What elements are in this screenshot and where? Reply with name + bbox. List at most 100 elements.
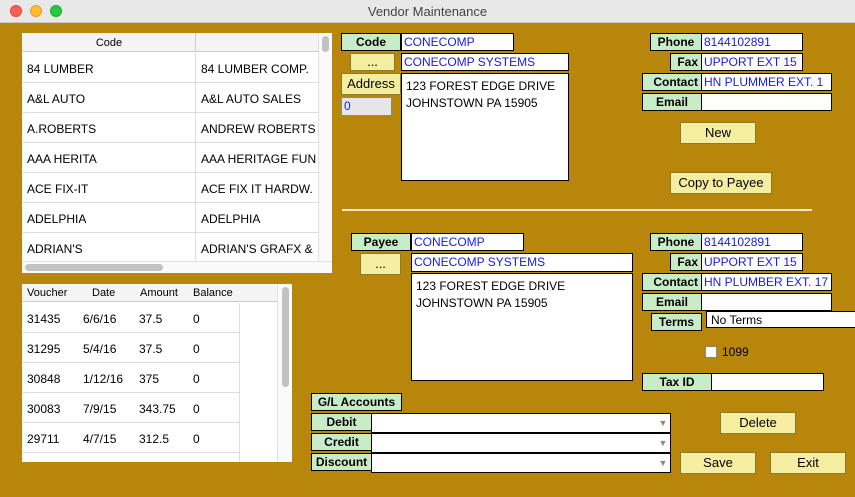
payee-phone-field[interactable]: 8144102891 [701,233,803,251]
payee-contact-label: Contact [642,273,702,291]
vendor-name-cell: AAA HERITAGE FUN [201,152,317,166]
title-bar: Vendor Maintenance [0,0,855,23]
amount-cell: 343.75 [139,402,176,416]
vendor-code-cell: ADRIAN'S [27,242,83,256]
chevron-down-icon[interactable]: ▼ [658,416,668,430]
terms-select[interactable]: No Terms [706,311,855,328]
save-button[interactable]: Save [680,452,756,474]
table-row[interactable]: ADRIAN'S ADRIAN'S GRAFX & [22,233,318,261]
credit-account-combo[interactable]: ▼ [371,433,671,453]
vendor-email-field[interactable] [701,93,832,111]
address-count-field: 0 [341,97,392,116]
balance-cell: 0 [193,342,200,356]
voucher-cell: 31295 [27,342,61,356]
exit-button[interactable]: Exit [770,452,846,474]
discount-label: Discount [311,453,372,471]
table-row[interactable]: AAA HERITA AAA HERITAGE FUN [22,143,318,173]
vendor-name-cell: ACE FIX IT HARDW. [201,182,313,196]
table-row[interactable]: A.ROBERTS ANDREW ROBERTS [22,113,318,143]
amount-cell: 37.5 [139,312,163,326]
terms-label: Terms [651,313,702,331]
new-button[interactable]: New [680,122,756,144]
code-label: Code [341,33,401,51]
vendor-name-field[interactable]: CONECOMP SYSTEMS [401,53,569,71]
discount-account-combo[interactable]: ▼ [371,453,671,473]
vendor-address-line2: JOHNSTOWN PA 15905 [406,96,538,110]
payee-address-box[interactable]: 123 FOREST EDGE DRIVE JOHNSTOWN PA 15905 [411,273,633,381]
vendor-list-hscroll-thumb[interactable] [25,264,163,271]
column-header-amount[interactable]: Amount [140,287,178,299]
date-cell: 6/6/16 [83,312,117,326]
date-cell: 1/12/16 [83,372,124,386]
column-header-voucher[interactable]: Voucher [27,287,67,299]
vendor-list-vscroll[interactable] [318,33,332,261]
vendor-list-vscroll-thumb[interactable] [322,36,329,52]
payee-name-field[interactable]: CONECOMP SYSTEMS [411,253,633,272]
table-row[interactable]: A&L AUTO A&L AUTO SALES [22,83,318,113]
column-header-balance[interactable]: Balance [193,287,233,299]
payee-phone-label: Phone [650,233,702,251]
vendor-code-cell: AAA HERITA [27,152,97,166]
table-row[interactable]: ACE FIX-IT ACE FIX IT HARDW. [22,173,318,203]
tax-id-field[interactable] [711,373,824,391]
balance-cell: 0 [193,312,200,326]
voucher-table[interactable]: Voucher Date Amount Balance 31435 6/6/16… [22,284,292,462]
vendor-code-field[interactable]: CONECOMP [401,33,514,51]
vendor-name-cell: A&L AUTO SALES [201,92,302,106]
phone-label: Phone [650,33,702,51]
table-row[interactable]: 30848 1/12/16 375 0 [22,363,240,393]
address-button[interactable]: Address [341,73,401,95]
payee-fax-label: Fax [670,253,702,271]
vendor-list-hscroll[interactable] [22,261,332,273]
payee-code-field[interactable]: CONECOMP [411,233,524,251]
vendor-list-body: 84 LUMBER 84 LUMBER COMP. A&L AUTO A&L A… [22,53,318,261]
copy-to-payee-button[interactable]: Copy to Payee [670,172,772,194]
contact-label: Contact [642,73,702,91]
payee-contact-field[interactable]: HN PLUMBER EXT. 17 [701,273,832,291]
section-divider [342,209,812,211]
gl-accounts-header: G/L Accounts [311,393,402,411]
fax-label: Fax [670,53,702,71]
vendor-code-cell: ADELPHIA [27,212,87,226]
table-row[interactable]: 30083 7/9/15 343.75 0 [22,393,240,423]
amount-cell: 37.5 [139,342,163,356]
date-cell: 4/7/15 [83,432,117,446]
chevron-down-icon[interactable]: ▼ [658,456,668,470]
payee-address-line2: JOHNSTOWN PA 15905 [416,296,548,310]
vendor-phone-field[interactable]: 8144102891 [701,33,803,51]
vendor-contact-field[interactable]: HN PLUMMER EXT. 1 [701,73,832,91]
payee-fax-field[interactable]: UPPORT EXT 15 [701,253,803,271]
vendor-code-cell: ACE FIX-IT [27,182,89,196]
delete-button[interactable]: Delete [720,412,796,434]
1099-checkbox-label: 1099 [722,345,749,359]
column-header-date[interactable]: Date [92,287,115,299]
table-row[interactable]: 31435 6/6/16 37.5 0 [22,303,240,333]
table-row[interactable]: ADELPHIA ADELPHIA [22,203,318,233]
voucher-table-vscroll-thumb[interactable] [282,287,289,387]
debit-account-combo[interactable]: ▼ [371,413,671,433]
vendor-code-cell: A&L AUTO [27,92,86,106]
tax-id-label: Tax ID [642,373,712,391]
amount-cell: 375 [139,372,160,386]
table-row[interactable]: 29711 4/7/15 312.5 0 [22,423,240,453]
vendor-address-line1: 123 FOREST EDGE DRIVE [406,79,556,93]
payee-email-field[interactable] [701,293,832,311]
vendor-fax-field[interactable]: UPPORT EXT 15 [701,53,803,71]
vendor-name-cell: 84 LUMBER COMP. [201,62,309,76]
vendor-code-cell: 84 LUMBER [27,62,94,76]
1099-checkbox[interactable] [705,346,717,358]
voucher-table-header: Voucher Date Amount Balance [22,284,277,302]
vendor-list-table[interactable]: Code 84 LUMBER 84 LUMBER COMP. A&L AUTO … [22,33,332,273]
payee-lookup-button[interactable]: ... [360,253,401,275]
column-header-code[interactable]: Code [22,37,196,49]
voucher-cell: 30848 [27,372,61,386]
chevron-down-icon[interactable]: ▼ [658,436,668,450]
table-row[interactable]: 31295 5/4/16 37.5 0 [22,333,240,363]
voucher-table-body: 31435 6/6/16 37.5 0 31295 5/4/16 37.5 0 … [22,303,240,462]
balance-cell: 0 [193,372,200,386]
vendor-address-box[interactable]: 123 FOREST EDGE DRIVE JOHNSTOWN PA 15905 [401,73,569,181]
table-row[interactable]: 84 LUMBER 84 LUMBER COMP. [22,53,318,83]
voucher-cell: 29711 [27,432,60,446]
voucher-table-vscroll[interactable] [277,284,292,462]
vendor-lookup-button[interactable]: ... [350,53,395,71]
